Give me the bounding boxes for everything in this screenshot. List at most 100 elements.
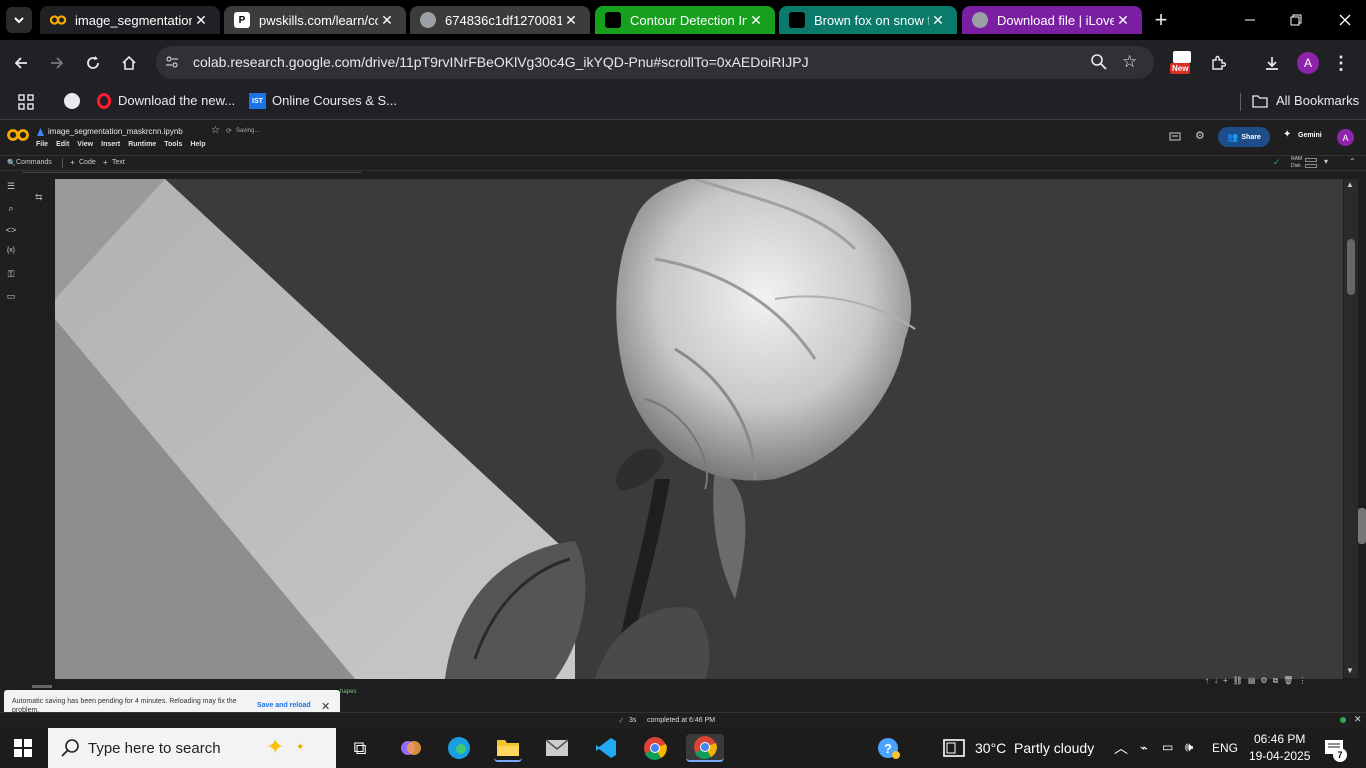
menu-file[interactable]: File <box>36 141 48 148</box>
gemini-button[interactable]: Gemini <box>1298 132 1322 139</box>
file-explorer-icon[interactable] <box>494 734 522 762</box>
variables-icon[interactable]: {x} <box>4 247 18 261</box>
add-cell-icon[interactable]: + <box>1223 676 1228 688</box>
task-view-icon[interactable]: ⧉ <box>346 734 374 762</box>
chrome-active-icon[interactable] <box>686 734 724 762</box>
colab-avatar[interactable]: A <box>1337 129 1354 146</box>
mirror-cell-icon[interactable]: ⧉ <box>1273 676 1279 688</box>
home-icon[interactable] <box>116 50 142 76</box>
taskbar-search[interactable]: Type here to search ✦ ✦ <box>48 728 336 768</box>
globe-icon[interactable] <box>64 93 80 109</box>
battery-icon[interactable]: ▭ <box>1162 740 1173 754</box>
show-hidden-icons-chevron[interactable]: ︿ <box>1114 738 1128 758</box>
add-text-button[interactable]: Text <box>112 159 125 166</box>
table-of-contents-icon[interactable]: ☰ <box>4 181 18 195</box>
chrome-icon[interactable] <box>641 734 669 762</box>
all-bookmarks[interactable]: All Bookmarks <box>1276 93 1359 108</box>
copilot-icon[interactable] <box>397 734 425 762</box>
move-up-icon[interactable]: ↑ <box>1205 676 1209 688</box>
new-tab-icon[interactable]: + <box>1148 7 1174 33</box>
tab-close-icon[interactable]: ✕ <box>1114 12 1132 29</box>
cell-more-icon[interactable]: ⋮ <box>1298 676 1306 688</box>
settings-gear-icon[interactable]: ⚙ <box>1195 129 1205 142</box>
address-bar[interactable]: colab.research.google.com/drive/11pT9rvI… <box>156 46 1154 79</box>
volume-icon[interactable]: 🕪 <box>1185 739 1193 755</box>
scroll-thumb[interactable] <box>1347 239 1355 295</box>
tab-close-icon[interactable]: ✕ <box>192 12 210 29</box>
comments-icon[interactable] <box>1169 130 1181 148</box>
menu-tools[interactable]: Tools <box>164 141 182 148</box>
clock-time[interactable]: 06:46 PM <box>1254 732 1305 746</box>
edge-icon[interactable] <box>445 734 473 762</box>
mail-icon[interactable] <box>543 734 571 762</box>
ram-meter[interactable] <box>1305 158 1317 162</box>
download-icon[interactable] <box>1259 50 1285 76</box>
cell-output-toggle-icon[interactable]: ⇆ <box>35 192 43 203</box>
window-close-icon[interactable] <box>1332 7 1358 33</box>
status-close-icon[interactable]: ✕ <box>1354 714 1362 725</box>
scroll-up-arrow-icon[interactable]: ▲ <box>1346 180 1354 189</box>
disk-meter[interactable] <box>1305 164 1317 168</box>
tab-close-icon[interactable]: ✕ <box>929 12 947 29</box>
tab-image-file[interactable]: 674836c1df12700814 ✕ <box>410 6 590 34</box>
restore-icon[interactable] <box>1283 7 1309 33</box>
search-icon[interactable]: ⌕ <box>4 203 18 217</box>
tab-search-chevron-icon[interactable] <box>6 7 32 33</box>
code-snippets-icon[interactable]: <> <box>4 225 18 239</box>
secrets-key-icon[interactable]: ⚿ <box>4 269 18 283</box>
more-menu-icon[interactable]: ⋮ <box>1328 50 1354 76</box>
delete-cell-icon[interactable]: 🗑 <box>1283 676 1293 688</box>
menu-insert[interactable]: Insert <box>101 141 120 148</box>
tab-image-segmentation[interactable]: image_segmentation_ ✕ <box>40 6 220 34</box>
files-folder-icon[interactable]: ▭ <box>4 291 18 305</box>
back-arrow-icon[interactable] <box>8 50 34 76</box>
bookmark-star-icon[interactable]: ☆ <box>1122 52 1137 72</box>
language-indicator[interactable]: ENG <box>1212 741 1238 755</box>
star-icon[interactable]: ☆ <box>211 125 220 136</box>
clock-date[interactable]: 19-04-2025 <box>1249 749 1310 763</box>
vscode-icon[interactable] <box>592 734 620 762</box>
page-scroll-thumb[interactable] <box>1358 508 1366 544</box>
site-info-icon[interactable] <box>164 54 180 75</box>
profile-avatar[interactable]: A <box>1297 52 1319 74</box>
menu-edit[interactable]: Edit <box>56 141 69 148</box>
tab-ilovepdf[interactable]: Download file | iLoveI ✕ <box>962 6 1142 34</box>
bookmark-download-opera[interactable]: Download the new... <box>118 93 235 108</box>
minimize-icon[interactable] <box>1237 7 1263 33</box>
menu-view[interactable]: View <box>77 141 93 148</box>
comment-icon[interactable]: ▤ <box>1248 676 1256 688</box>
url-text[interactable]: colab.research.google.com/drive/11pT9rvI… <box>193 54 809 70</box>
tab-close-icon[interactable]: ✕ <box>378 12 396 29</box>
menu-help[interactable]: Help <box>190 141 205 148</box>
link-icon[interactable]: ⛓ <box>1233 676 1243 688</box>
apps-grid-icon[interactable] <box>18 94 34 113</box>
help-icon[interactable]: ? <box>875 734 903 762</box>
menu-runtime[interactable]: Runtime <box>128 141 156 148</box>
weather-text[interactable]: 30°C Partly cloudy <box>975 740 1094 756</box>
forward-arrow-icon[interactable] <box>44 50 70 76</box>
reload-icon[interactable] <box>80 50 106 76</box>
tab-close-icon[interactable]: ✕ <box>747 12 765 29</box>
move-down-icon[interactable]: ↓ <box>1214 676 1218 688</box>
network-icon[interactable]: ⌁ <box>1140 740 1148 756</box>
cell-settings-icon[interactable]: ⚙ <box>1260 676 1267 688</box>
notebook-scrollbar[interactable]: ▲ ▼ <box>1344 179 1358 678</box>
bookmark-online-courses[interactable]: Online Courses & S... <box>272 93 397 108</box>
runtime-dropdown-icon[interactable]: ▾ <box>1324 157 1328 166</box>
share-button[interactable]: 👥 Share <box>1218 127 1270 147</box>
tab-contour-detection[interactable]: Contour Detection In ✕ <box>595 6 775 34</box>
zoom-icon[interactable] <box>1090 53 1108 76</box>
commands-button[interactable]: Commands <box>16 159 52 166</box>
tab-close-icon[interactable]: ✕ <box>562 12 580 29</box>
notebook-filename[interactable]: image_segmentation_maskrcnn.ipynb <box>48 127 183 136</box>
tab-brown-fox[interactable]: Brown fox on snow fi ✕ <box>779 6 957 34</box>
add-code-button[interactable]: Code <box>79 159 96 166</box>
windows-start-icon[interactable] <box>14 739 32 762</box>
collapse-chevron-icon[interactable]: ⌃ <box>1349 157 1356 166</box>
colab-logo-icon[interactable] <box>7 128 29 147</box>
horizontal-scroll-thumb[interactable] <box>32 685 52 688</box>
scroll-down-arrow-icon[interactable]: ▼ <box>1346 666 1354 675</box>
tab-pwskills[interactable]: P pwskills.com/learn/co ✕ <box>224 6 406 34</box>
new-feature-icon[interactable]: New <box>1170 51 1194 77</box>
save-and-reload-button[interactable]: Save and reload <box>257 702 311 709</box>
